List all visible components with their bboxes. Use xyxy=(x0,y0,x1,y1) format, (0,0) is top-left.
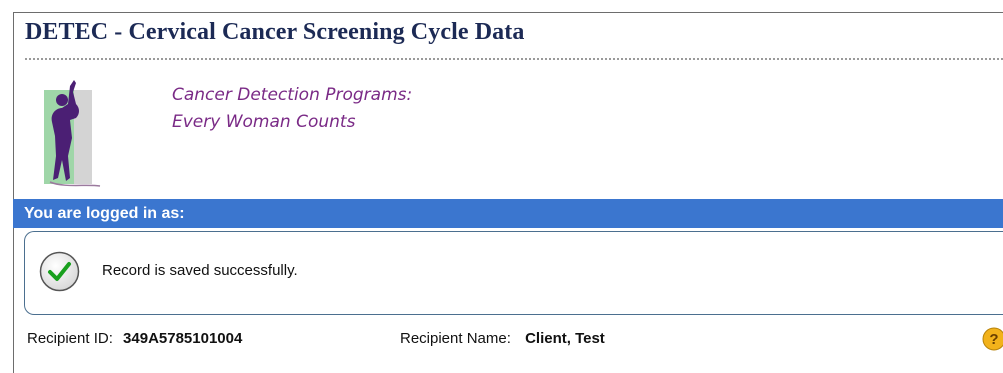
recipient-name-value: Client, Test xyxy=(525,330,605,347)
login-status-label: You are logged in as: xyxy=(24,205,185,222)
recipient-name-label: Recipient Name: xyxy=(400,330,511,347)
program-name: Cancer Detection Programs: xyxy=(172,85,413,105)
login-status-bar: You are logged in as: xyxy=(13,199,1003,228)
svg-text:?: ? xyxy=(989,331,998,348)
title-divider xyxy=(25,58,1003,60)
recipient-id-label: Recipient ID: xyxy=(27,330,113,347)
page-frame xyxy=(13,12,1003,373)
page-title: DETEC - Cervical Cancer Screening Cycle … xyxy=(25,19,525,45)
checkmark-icon xyxy=(39,251,80,292)
recipient-id-row: Recipient ID: 349A5785101004 xyxy=(27,330,242,347)
recipient-name-row: Recipient Name: Client, Test xyxy=(400,330,605,347)
program-tagline: Every Woman Counts xyxy=(172,112,356,132)
recipient-id-value: 349A5785101004 xyxy=(123,330,243,347)
woman-logo-icon xyxy=(44,80,101,187)
success-message-text: Record is saved successfully. xyxy=(102,262,298,279)
help-icon[interactable]: ? xyxy=(982,327,1003,351)
